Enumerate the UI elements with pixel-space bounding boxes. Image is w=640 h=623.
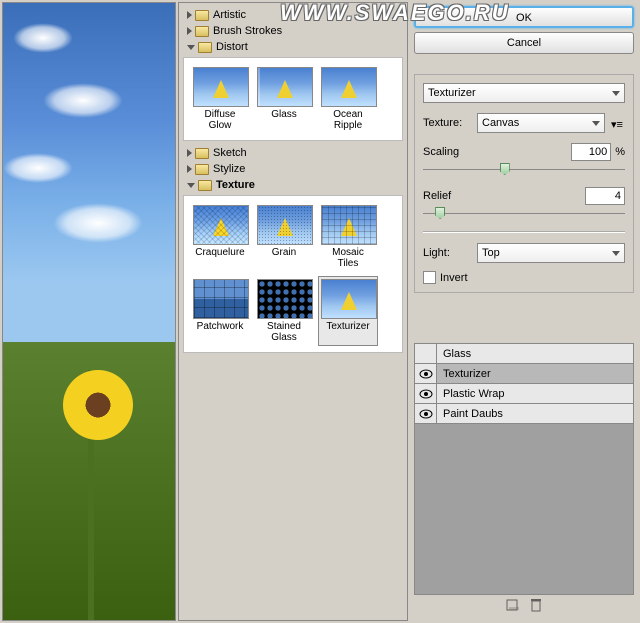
folder-icon <box>195 148 209 159</box>
category-artistic[interactable]: Artistic <box>183 7 403 23</box>
trash-icon[interactable] <box>530 598 542 615</box>
filter-craquelure[interactable]: Craquelure <box>190 202 250 272</box>
scaling-input[interactable]: 100 <box>571 143 611 161</box>
filter-stained-glass[interactable]: Stained Glass <box>254 276 314 346</box>
relief-label: Relief <box>423 190 471 202</box>
filter-glass[interactable]: Glass <box>254 64 314 134</box>
right-panel: OK Cancel Texturizer Texture: Canvas ▾≡ … <box>408 0 640 623</box>
folder-icon <box>195 26 209 37</box>
distort-items: Diffuse Glow Glass Ocean Ripple <box>183 57 403 141</box>
new-effect-layer-icon[interactable] <box>506 599 520 614</box>
visibility-toggle[interactable] <box>415 364 437 383</box>
relief-slider[interactable] <box>423 207 625 221</box>
stack-item-texturizer[interactable]: Texturizer <box>415 364 633 384</box>
filter-grain[interactable]: Grain <box>254 202 314 272</box>
visibility-toggle[interactable] <box>415 344 437 363</box>
filter-mosaic-tiles[interactable]: Mosaic Tiles <box>318 202 378 272</box>
visibility-toggle[interactable] <box>415 404 437 423</box>
visibility-toggle[interactable] <box>415 384 437 403</box>
folder-icon <box>195 10 209 21</box>
category-texture[interactable]: Texture <box>183 177 403 193</box>
percent-label: % <box>615 146 625 158</box>
stack-item-glass[interactable]: Glass <box>415 344 633 364</box>
category-sketch[interactable]: Sketch <box>183 145 403 161</box>
filter-select[interactable]: Texturizer <box>423 83 625 103</box>
light-select[interactable]: Top <box>477 243 625 263</box>
eye-icon <box>419 409 433 419</box>
folder-icon <box>198 42 212 53</box>
chevron-down-icon <box>612 91 620 96</box>
filter-texturizer[interactable]: Texturizer <box>318 276 378 346</box>
ok-button[interactable]: OK <box>414 6 634 28</box>
category-stylize[interactable]: Stylize <box>183 161 403 177</box>
filter-preview <box>2 2 176 621</box>
scaling-label: Scaling <box>423 146 471 158</box>
effects-stack: Glass Texturizer Plastic Wrap Paint Daub… <box>414 343 634 617</box>
category-brush-strokes[interactable]: Brush Strokes <box>183 23 403 39</box>
stack-item-plastic-wrap[interactable]: Plastic Wrap <box>415 384 633 404</box>
filter-patchwork[interactable]: Patchwork <box>190 276 250 346</box>
category-distort[interactable]: Distort <box>183 39 403 55</box>
folder-icon <box>195 164 209 175</box>
relief-input[interactable]: 4 <box>585 187 625 205</box>
chevron-down-icon <box>592 121 600 126</box>
texture-options-icon[interactable]: ▾≡ <box>611 118 625 128</box>
texture-items: Craquelure Grain Mosaic Tiles Patchwork … <box>183 195 403 353</box>
cancel-button[interactable]: Cancel <box>414 32 634 54</box>
scaling-slider[interactable] <box>423 163 625 177</box>
filter-categories: Artistic Brush Strokes Distort Diffuse G… <box>178 2 408 621</box>
stack-item-paint-daubs[interactable]: Paint Daubs <box>415 404 633 424</box>
eye-icon <box>419 369 433 379</box>
texture-label: Texture: <box>423 117 471 129</box>
eye-icon <box>419 389 433 399</box>
texture-select[interactable]: Canvas <box>477 113 605 133</box>
light-label: Light: <box>423 247 471 259</box>
filter-ocean-ripple[interactable]: Ocean Ripple <box>318 64 378 134</box>
folder-icon <box>198 180 212 191</box>
filter-diffuse-glow[interactable]: Diffuse Glow <box>190 64 250 134</box>
chevron-down-icon <box>612 251 620 256</box>
invert-checkbox[interactable]: Invert <box>423 271 625 284</box>
filter-params-panel: Texturizer Texture: Canvas ▾≡ Scaling 10… <box>414 74 634 293</box>
